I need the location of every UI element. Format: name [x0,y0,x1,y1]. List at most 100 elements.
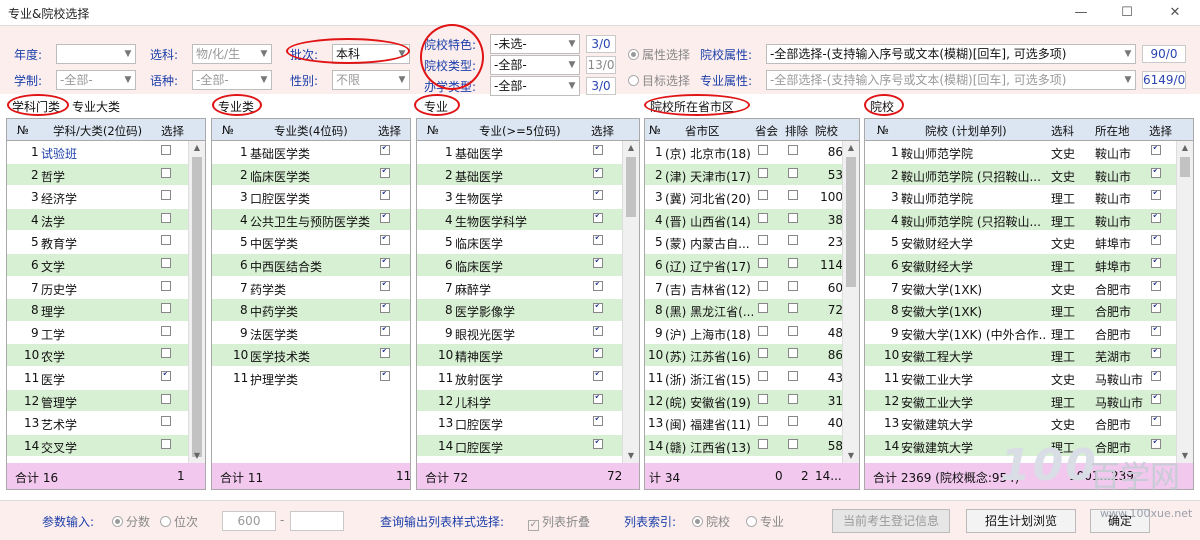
table-row[interactable]: 11 安徽工业大学 文史 马鞍山市 [865,367,1193,390]
scrollbar[interactable]: ▲ ▼ [842,141,859,463]
exclude-checkbox[interactable] [788,438,798,449]
scrollbar[interactable]: ▲ ▼ [1176,141,1193,463]
row-checkbox[interactable] [161,370,171,381]
table-row[interactable]: 10 医学技术类 [212,344,410,367]
col-header[interactable]: 专业(>=5位码) [479,123,561,139]
row-checkbox[interactable] [1151,190,1161,201]
row-checkbox[interactable] [161,438,171,449]
year-select[interactable]: ▼ [56,44,136,64]
capital-checkbox[interactable] [758,235,768,246]
col-header[interactable]: 省会 [755,123,778,139]
col-header[interactable]: 选择 [591,123,614,139]
table-row[interactable]: 6 安徽财经大学 理工 蚌埠市 [865,253,1193,277]
type-select[interactable]: -全部- ▼ [490,55,580,75]
col-header[interactable]: 选择 [378,123,401,139]
row-checkbox[interactable] [1151,416,1161,427]
table-row[interactable]: 14 口腔医学 [417,434,639,458]
attr-radio[interactable]: 属性选择 [628,46,690,63]
row-checkbox[interactable] [1151,438,1161,449]
row-checkbox[interactable] [380,167,390,178]
scroll-down-icon[interactable]: ▼ [623,449,639,463]
row-checkbox[interactable] [380,212,390,223]
table-row[interactable]: 6 中西医结合类 [212,253,410,277]
table-row[interactable]: 2 鞍山师范学院 (只招鞍山... 文史 鞍山市 [865,163,1193,187]
table-row[interactable]: 6 文学 [7,253,205,277]
table-row[interactable]: 5 教育学 [7,231,205,254]
table-row[interactable]: 10 精神医学 [417,344,639,367]
table-row[interactable]: 3 口腔医学类 [212,186,410,209]
row-checkbox[interactable] [1151,348,1161,359]
current-student-button[interactable]: 当前考生登记信息 [832,509,950,533]
col-header[interactable]: № [649,123,661,137]
row-checkbox[interactable] [161,145,171,155]
row-checkbox[interactable] [161,235,171,246]
language-select[interactable]: -全部- ▼ [192,70,272,90]
row-checkbox[interactable] [593,167,603,178]
capital-checkbox[interactable] [758,393,768,404]
scrollbar[interactable]: ▲ ▼ [622,141,639,463]
scroll-thumb[interactable] [1180,157,1190,177]
run-select[interactable]: -全部- ▼ [490,76,580,96]
scrollbar[interactable]: ▲ ▼ [188,141,205,463]
exclude-checkbox[interactable] [788,393,798,404]
capital-checkbox[interactable] [758,303,768,314]
fold-checkbox[interactable]: ✓ 列表折叠 [528,513,590,531]
col-header[interactable]: 学科/大类(2位码) [53,123,142,139]
row-checkbox[interactable] [593,438,603,449]
table-row[interactable]: 3 鞍山师范学院 理工 鞍山市 [865,186,1193,209]
row-checkbox[interactable] [161,190,171,201]
capital-checkbox[interactable] [758,280,768,291]
row-checkbox[interactable] [1151,303,1161,314]
col-header[interactable]: 排除 [785,123,808,139]
exclude-checkbox[interactable] [788,257,798,268]
table-row[interactable]: 8 安徽大学(1XK) 理工 合肥市 [865,299,1193,322]
capital-checkbox[interactable] [758,348,768,359]
row-checkbox[interactable] [161,303,171,314]
table-row[interactable]: 7 安徽大学(1XK) 文史 合肥市 [865,277,1193,300]
table-row[interactable]: 1 (京) 北京市(18) 86 [645,141,859,164]
rank-radio[interactable]: 位次 [160,513,198,530]
row-checkbox[interactable] [380,235,390,246]
scroll-down-icon[interactable]: ▼ [843,449,859,463]
row-checkbox[interactable] [1151,325,1161,336]
col-header[interactable]: 选择 [1149,123,1172,139]
table-row[interactable]: 12 (皖) 安徽省(19) 31 [645,389,859,413]
table-row[interactable]: 10 农学 [7,344,205,367]
capital-checkbox[interactable] [758,370,768,381]
table-row[interactable]: 4 法学 [7,208,205,232]
table-row[interactable]: 2 基础医学 [417,163,639,187]
row-checkbox[interactable] [380,145,390,155]
row-checkbox[interactable] [593,348,603,359]
col-header[interactable]: № [877,123,889,137]
table-row[interactable]: 1 基础医学 [417,141,639,164]
exclude-checkbox[interactable] [788,235,798,246]
row-checkbox[interactable] [380,303,390,314]
capital-checkbox[interactable] [758,416,768,427]
table-row[interactable]: 1 鞍山师范学院 文史 鞍山市 [865,141,1193,164]
row-checkbox[interactable] [593,190,603,201]
table-row[interactable]: 5 中医学类 [212,231,410,254]
row-checkbox[interactable] [161,167,171,178]
scroll-up-icon[interactable]: ▲ [623,141,639,155]
maximize-button[interactable]: ☐ [1112,3,1142,23]
plan-browse-button[interactable]: 招生计划浏览 [966,509,1076,533]
capital-checkbox[interactable] [758,167,768,178]
table-row[interactable]: 8 中药学类 [212,299,410,322]
scroll-thumb[interactable] [626,157,636,217]
col-header[interactable]: 选科 [1051,123,1074,139]
exclude-checkbox[interactable] [788,303,798,314]
row-checkbox[interactable] [161,257,171,268]
table-row[interactable]: 13 艺术学 [7,412,205,435]
row-checkbox[interactable] [380,370,390,381]
table-row[interactable]: 2 临床医学类 [212,163,410,187]
table-row[interactable]: 13 安徽建筑大学 文史 合肥市 [865,412,1193,435]
col-header[interactable]: 专业类(4位码) [274,123,348,139]
row-checkbox[interactable] [380,280,390,291]
scroll-down-icon[interactable]: ▼ [189,449,205,463]
row-checkbox[interactable] [380,325,390,336]
table-row[interactable]: 13 (闽) 福建省(11) 40 [645,412,859,435]
table-row[interactable]: 4 鞍山师范学院 (只招鞍山... 理工 鞍山市 [865,208,1193,232]
table-row[interactable]: 5 (蒙) 内蒙古自... 23 [645,231,859,254]
index-school-radio[interactable]: 院校 [692,513,730,530]
capital-checkbox[interactable] [758,438,768,449]
